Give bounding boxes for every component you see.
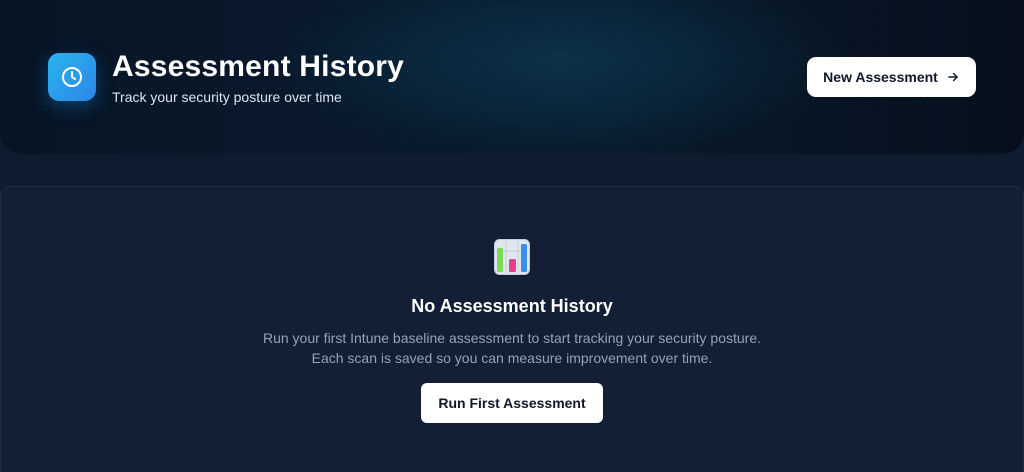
page-header: Assessment History Track your security p… <box>0 0 1024 154</box>
new-assessment-label: New Assessment <box>823 69 938 85</box>
empty-state-description: Run your first Intune baseline assessmen… <box>262 330 761 366</box>
new-assessment-button[interactable]: New Assessment <box>807 57 976 97</box>
empty-state-title: No Assessment History <box>411 296 613 316</box>
run-first-assessment-button[interactable]: Run First Assessment <box>421 383 603 423</box>
page-subtitle: Track your security posture over time <box>112 89 342 105</box>
bar-chart-icon <box>494 239 530 275</box>
assessment-history-page: Assessment History Track your security p… <box>0 0 1024 472</box>
clock-icon <box>48 53 96 101</box>
page-title: Assessment History <box>112 50 405 83</box>
arrow-right-icon <box>948 72 958 82</box>
